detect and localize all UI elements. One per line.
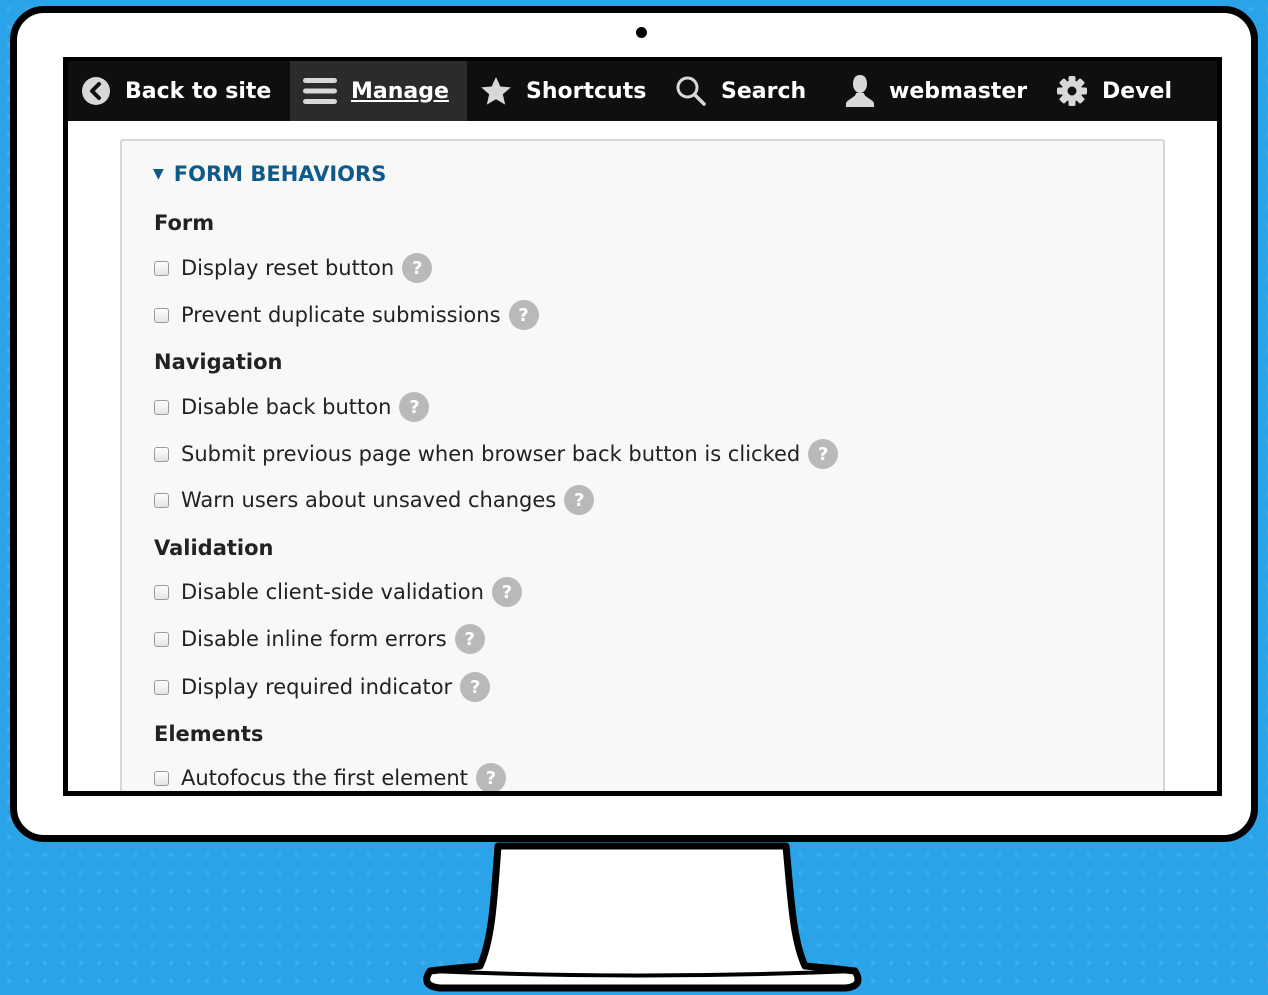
checkbox[interactable] (154, 584, 169, 600)
help-icon[interactable]: ? (808, 439, 839, 469)
toolbar-shortcuts-label: Shortcuts (526, 78, 647, 104)
option-label: Disable back button (181, 395, 392, 419)
option-display-reset-button: Display reset button ? (154, 253, 433, 283)
help-icon[interactable]: ? (460, 672, 491, 702)
option-label: Submit previous page when browser back b… (181, 442, 801, 466)
screen: Back to site Manage Shortcuts Search web… (63, 57, 1222, 796)
section-heading-form: Form (154, 211, 215, 235)
toolbar-shortcuts[interactable]: Shortcuts (467, 61, 663, 121)
option-prevent-duplicate-submissions: Prevent duplicate submissions ? (154, 300, 539, 330)
form-behaviors-details: ▼ FORM BEHAVIORS Form Display reset butt… (120, 139, 1165, 791)
option-label: Warn users about unsaved changes (181, 488, 557, 512)
toolbar-search-label: Search (721, 78, 807, 104)
option-label: Disable inline form errors (181, 627, 447, 651)
toolbar-devel[interactable]: Devel (1043, 61, 1184, 121)
option-label: Disable client-side validation (181, 580, 484, 604)
toolbar-user-label: webmaster (889, 78, 1028, 104)
checkbox[interactable] (154, 679, 169, 695)
help-icon[interactable]: ? (402, 253, 433, 283)
caret-down-icon: ▼ (153, 166, 164, 182)
checkbox[interactable] (154, 631, 169, 647)
help-icon[interactable]: ? (508, 300, 539, 330)
option-autofocus-first-element: Autofocus the first element ? (154, 763, 506, 791)
toolbar-back-to-site[interactable]: Back to site (68, 61, 290, 121)
section-heading-validation: Validation (154, 536, 274, 560)
option-label: Display reset button (181, 256, 395, 280)
search-icon (676, 76, 706, 106)
help-icon[interactable]: ? (475, 763, 506, 791)
option-submit-previous-page: Submit previous page when browser back b… (154, 439, 839, 469)
gear-icon (1057, 76, 1087, 106)
help-icon[interactable]: ? (491, 577, 522, 607)
toolbar-user[interactable]: webmaster (830, 61, 1043, 121)
checkbox[interactable] (154, 770, 169, 786)
star-icon (481, 77, 511, 105)
option-label: Prevent duplicate submissions (181, 303, 501, 327)
form-behaviors-summary[interactable]: ▼ FORM BEHAVIORS (153, 162, 386, 186)
toolbar-manage[interactable]: Manage (290, 61, 467, 121)
checkbox[interactable] (154, 307, 169, 323)
help-icon[interactable]: ? (454, 624, 485, 654)
option-disable-back-button: Disable back button ? (154, 392, 430, 422)
option-display-required-indicator: Display required indicator ? (154, 672, 491, 702)
checkbox[interactable] (154, 492, 169, 508)
toolbar-back-label: Back to site (125, 78, 272, 104)
toolbar-manage-label: Manage (351, 78, 449, 104)
section-heading-elements: Elements (154, 722, 264, 746)
option-warn-unsaved-changes: Warn users about unsaved changes ? (154, 485, 595, 515)
checkbox[interactable] (154, 260, 169, 276)
toolbar-devel-label: Devel (1102, 78, 1172, 104)
admin-toolbar: Back to site Manage Shortcuts Search web… (68, 61, 1217, 121)
section-heading-navigation: Navigation (154, 350, 283, 374)
back-chevron-icon (82, 77, 110, 105)
content-area: ▼ FORM BEHAVIORS Form Display reset butt… (68, 121, 1217, 791)
help-icon[interactable]: ? (564, 485, 595, 515)
toolbar-search[interactable]: Search (663, 61, 830, 121)
user-icon (846, 75, 874, 107)
form-behaviors-title: FORM BEHAVIORS (173, 162, 387, 186)
option-label: Display required indicator (181, 675, 453, 699)
option-disable-client-side-validation: Disable client-side validation ? (154, 577, 522, 607)
option-disable-inline-form-errors: Disable inline form errors ? (154, 624, 485, 654)
help-icon[interactable]: ? (399, 392, 430, 422)
hamburger-menu-icon (303, 78, 337, 104)
checkbox[interactable] (154, 446, 169, 462)
checkbox[interactable] (154, 399, 169, 415)
option-label: Autofocus the first element (181, 766, 468, 790)
